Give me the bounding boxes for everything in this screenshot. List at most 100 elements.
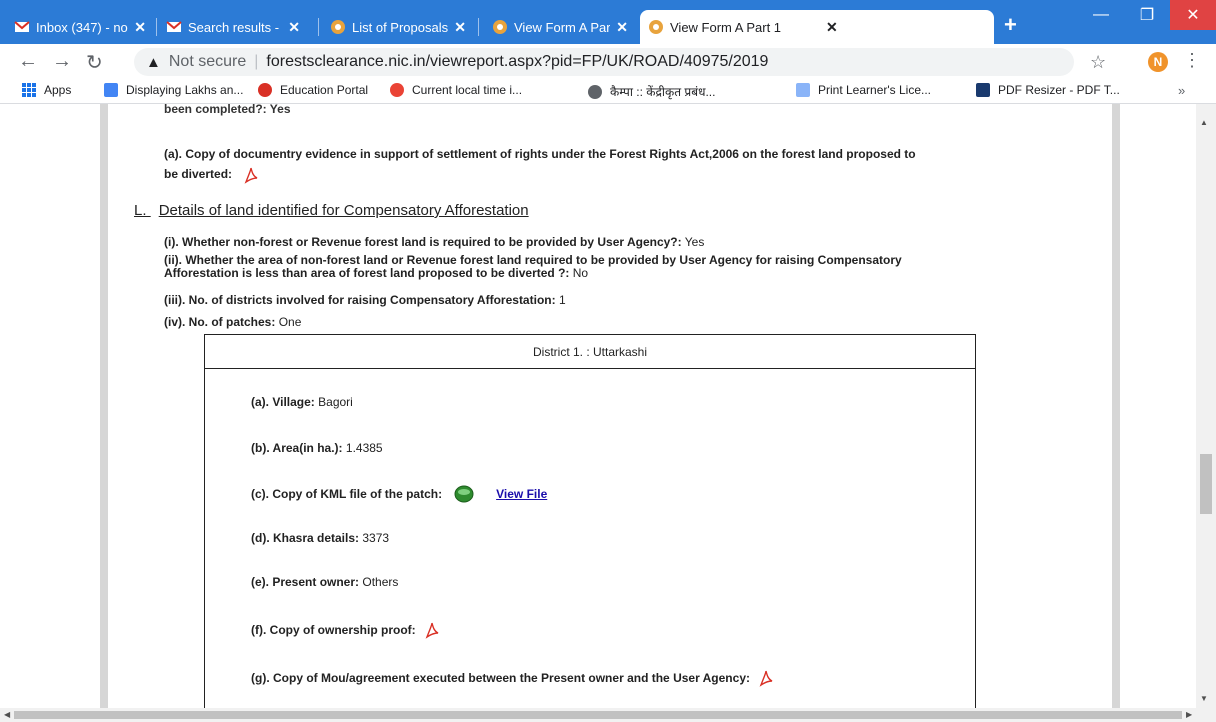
- minimize-icon[interactable]: —: [1078, 0, 1124, 30]
- bookmark-label: Displaying Lakhs an...: [126, 83, 244, 97]
- row-kml: (c). Copy of KML file of the patch: View…: [251, 485, 547, 503]
- bookmark-label: Apps: [44, 83, 72, 97]
- question-label-tail: Afforestation is less than area of fores…: [164, 266, 570, 280]
- bookmark-print-learners[interactable]: Print Learner's Lice...: [796, 83, 931, 97]
- vertical-scroll-thumb[interactable]: [1200, 454, 1212, 514]
- row-label: (d). Khasra details:: [251, 531, 360, 545]
- education-icon: [258, 83, 272, 97]
- pdf-icon[interactable]: [758, 669, 774, 687]
- back-arrow-icon[interactable]: ←: [18, 50, 38, 73]
- close-tab-icon[interactable]: ✕: [288, 19, 300, 36]
- row-value: 1.4385: [345, 441, 383, 455]
- gmail-icon: [14, 19, 30, 35]
- more-bookmarks-icon[interactable]: »: [1178, 83, 1185, 98]
- doc-icon: [104, 83, 118, 97]
- tab-inbox[interactable]: Inbox (347) - nodal ✕: [6, 10, 154, 44]
- horizontal-scroll-thumb[interactable]: [14, 711, 1182, 719]
- section-marker: L.: [134, 202, 147, 219]
- close-window-icon[interactable]: ✕: [1170, 0, 1216, 30]
- row-village: (a). Village: Bagori: [251, 395, 353, 409]
- emblem-icon: [330, 19, 346, 35]
- question-label: (iii). No. of districts involved for rai…: [164, 293, 556, 307]
- url-text: forestsclearance.nic.in/viewreport.aspx?…: [266, 53, 769, 70]
- item-a-label-cont: be diverted:: [164, 164, 259, 184]
- menu-dots-icon[interactable]: ⋮: [1183, 50, 1201, 71]
- report-content: been completed?: Yes (a). Copy of docume…: [108, 104, 1112, 708]
- scroll-right-icon[interactable]: ▶: [1186, 710, 1192, 719]
- tab-view-form-a-part-ii[interactable]: View Form A Part II ✕: [484, 10, 636, 44]
- close-tab-icon[interactable]: ✕: [454, 19, 466, 36]
- pdf-icon[interactable]: [424, 621, 440, 639]
- row-khasra: (d). Khasra details: 3373: [251, 531, 389, 545]
- bookmark-displaying-lakhs[interactable]: Displaying Lakhs an...: [104, 83, 243, 97]
- row-label: (f). Copy of ownership proof:: [251, 623, 416, 637]
- apps-grid-icon: [22, 83, 36, 97]
- horizontal-scrollbar[interactable]: ◀ ▶: [0, 708, 1216, 722]
- warning-triangle-icon: ▲: [146, 53, 161, 71]
- license-icon: [796, 83, 810, 97]
- close-tab-icon[interactable]: ✕: [134, 19, 146, 36]
- bookmark-current-local-time[interactable]: Current local time i...: [390, 83, 522, 97]
- browser-toolbar: ← → ↻ ▲ Not secure | forestsclearance.ni…: [0, 44, 1216, 78]
- tab-separator: [318, 18, 319, 36]
- tab-title: Inbox (347) - nodal: [36, 19, 128, 35]
- row-area: (b). Area(in ha.): 1.4385: [251, 441, 383, 455]
- reload-icon[interactable]: ↻: [86, 50, 103, 75]
- tab-strip: Inbox (347) - nodal ✕ Search results - s…: [0, 0, 1216, 44]
- forward-arrow-icon[interactable]: →: [52, 50, 72, 73]
- row-label: (g). Copy of Mou/agreement executed betw…: [251, 671, 750, 685]
- tab-separator: [478, 18, 479, 36]
- bookmark-label: PDF Resizer - PDF T...: [998, 83, 1120, 97]
- bookmark-label: कैम्पा :: केंद्रीकृत प्रबंध...: [610, 85, 716, 99]
- clock-icon: [390, 83, 404, 97]
- campa-icon: [588, 84, 602, 99]
- globe-icon[interactable]: [454, 485, 474, 503]
- bookmark-star-icon[interactable]: ☆: [1090, 52, 1106, 73]
- tab-search-results[interactable]: Search results - s.n ✕: [158, 10, 308, 44]
- security-label: Not secure: [168, 53, 247, 70]
- profile-avatar[interactable]: N: [1148, 52, 1168, 72]
- question-label-cont: Afforestation is less than area of fores…: [164, 267, 902, 280]
- bookmark-education-portal[interactable]: Education Portal: [258, 83, 368, 97]
- question-iv: (iv). No. of patches: One: [164, 312, 301, 332]
- page-viewport: been completed?: Yes (a). Copy of docume…: [0, 104, 1216, 708]
- question-value: 1: [558, 293, 566, 307]
- view-file-link[interactable]: View File: [496, 487, 547, 501]
- restore-icon[interactable]: ❐: [1124, 0, 1170, 30]
- item-a-label-tail: be diverted:: [164, 167, 233, 181]
- bookmark-apps[interactable]: Apps: [22, 83, 71, 97]
- pdf-resizer-icon: [976, 83, 990, 97]
- question-i: (i). Whether non-forest or Revenue fores…: [164, 232, 704, 252]
- section-l-title: L. Details of land identified for Compen…: [134, 202, 529, 219]
- bookmark-label: Print Learner's Lice...: [818, 83, 932, 97]
- close-tab-icon[interactable]: ✕: [616, 19, 628, 36]
- row-present-owner: (e). Present owner: Others: [251, 575, 398, 589]
- question-iii: (iii). No. of districts involved for rai…: [164, 290, 566, 310]
- question-value: One: [278, 315, 302, 329]
- scroll-left-icon[interactable]: ◀: [4, 710, 10, 719]
- row-value: 3373: [362, 531, 390, 545]
- divider: |: [254, 53, 259, 70]
- bookmark-pdf-resizer[interactable]: PDF Resizer - PDF T...: [976, 83, 1120, 97]
- district-header: District 1. : Uttarkashi: [205, 335, 975, 369]
- question-label: (iv). No. of patches:: [164, 315, 276, 329]
- cutoff-text: been completed?: Yes: [164, 104, 291, 116]
- row-label: (b). Area(in ha.):: [251, 441, 343, 455]
- address-bar[interactable]: ▲ Not secure | forestsclearance.nic.in/v…: [134, 48, 1074, 76]
- pdf-icon[interactable]: [243, 166, 259, 184]
- tab-list-of-proposals[interactable]: List of Proposals Su ✕: [322, 10, 474, 44]
- tab-title: List of Proposals Su: [352, 19, 449, 35]
- tab-title: View Form A Part II: [514, 19, 611, 35]
- row-label: (a). Village:: [251, 395, 315, 409]
- section-title-text: Details of land identified for Compensat…: [158, 202, 529, 219]
- close-tab-icon[interactable]: ✕: [826, 19, 838, 36]
- scroll-down-icon[interactable]: ▼: [1200, 694, 1208, 703]
- scroll-up-icon[interactable]: ▲: [1200, 118, 1208, 127]
- new-tab-button[interactable]: +: [1004, 12, 1017, 38]
- bookmark-label: Current local time i...: [412, 83, 523, 97]
- bookmark-campa[interactable]: कैम्पा :: केंद्रीकृत प्रबंध...: [588, 83, 715, 100]
- vertical-scrollbar[interactable]: ▲ ▼: [1196, 104, 1216, 708]
- tab-title: Search results - s.n: [188, 19, 282, 35]
- question-value: Yes: [684, 235, 705, 249]
- tab-view-form-a-part-1[interactable]: View Form A Part 1 ✕: [640, 10, 994, 44]
